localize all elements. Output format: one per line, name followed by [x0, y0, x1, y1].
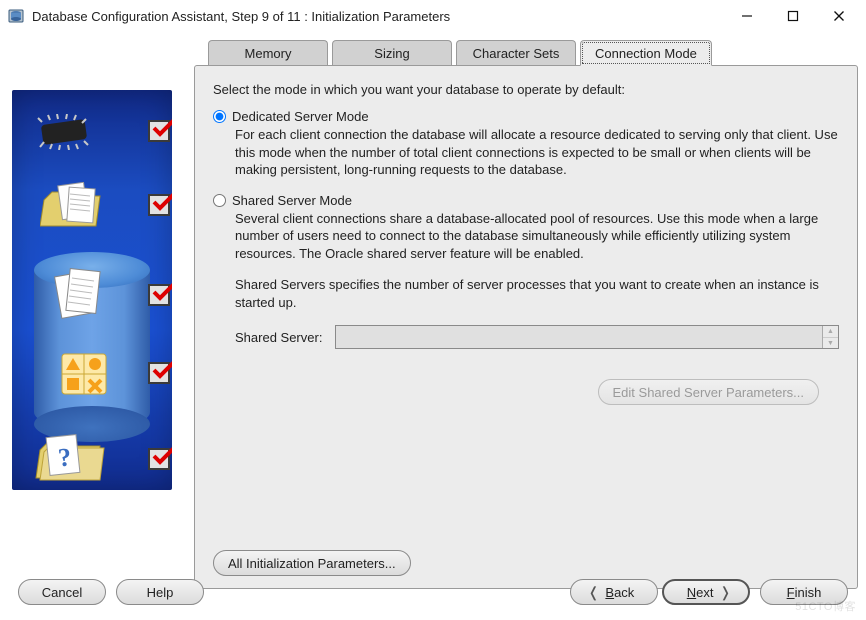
chevron-left-icon: ❬ — [588, 584, 600, 601]
watermark: 51CTO博客 — [795, 598, 856, 614]
wizard-step-icon-5: ? — [34, 430, 106, 486]
chip-icon — [34, 114, 94, 150]
tab-connection-mode[interactable]: Connection Mode — [580, 40, 712, 66]
back-button[interactable]: ❬ Back — [570, 579, 658, 605]
wizard-footer: Cancel Help ❬ Back Next ❭ Finish — [0, 564, 866, 620]
wizard-step-check-2 — [148, 194, 170, 216]
shared-server-label: Shared Server: — [235, 330, 335, 345]
wizard-step-icon-1 — [34, 114, 94, 150]
shared-mode-para: Shared Servers specifies the number of s… — [235, 276, 839, 311]
shared-mode-radio-row[interactable]: Shared Server Mode — [213, 193, 839, 208]
wizard-step-check-4 — [148, 362, 170, 384]
window-controls — [724, 1, 862, 31]
documents-icon — [54, 268, 104, 326]
tab-sizing[interactable]: Sizing — [332, 40, 452, 66]
tab-memory[interactable]: Memory — [208, 40, 328, 66]
intro-text: Select the mode in which you want your d… — [213, 82, 839, 97]
window-title: Database Configuration Assistant, Step 9… — [32, 9, 724, 24]
shared-mode-desc: Several client connections share a datab… — [235, 210, 839, 263]
shapes-icon — [60, 352, 108, 396]
tab-character-sets[interactable]: Character Sets — [456, 40, 576, 66]
wizard-step-check-5 — [148, 448, 170, 470]
shared-server-input — [336, 326, 822, 348]
wizard-sidebar: ? — [12, 90, 180, 564]
wizard-graphic: ? — [12, 90, 172, 490]
cancel-button[interactable]: Cancel — [18, 579, 106, 605]
folder-docs-icon — [40, 182, 106, 236]
minimize-button[interactable] — [724, 1, 770, 31]
maximize-button[interactable] — [770, 1, 816, 31]
app-icon — [8, 8, 24, 24]
spinner-down-icon: ▼ — [823, 338, 838, 349]
wizard-step-icon-3 — [54, 268, 104, 326]
title-bar: Database Configuration Assistant, Step 9… — [0, 0, 866, 32]
dedicated-mode-label: Dedicated Server Mode — [232, 109, 369, 124]
dedicated-mode-radio-row[interactable]: Dedicated Server Mode — [213, 109, 839, 124]
help-button[interactable]: Help — [116, 579, 204, 605]
wizard-step-icon-4 — [60, 352, 108, 396]
spinner-up-icon: ▲ — [823, 326, 838, 338]
edit-shared-server-button: Edit Shared Server Parameters... — [598, 379, 819, 405]
wizard-step-icon-2 — [40, 182, 106, 236]
tab-bar: Memory Sizing Character Sets Connection … — [208, 40, 858, 66]
close-button[interactable] — [816, 1, 862, 31]
wizard-step-check-3 — [148, 284, 170, 306]
connection-mode-panel: Select the mode in which you want your d… — [194, 65, 858, 589]
shared-mode-label: Shared Server Mode — [232, 193, 352, 208]
folder-question-icon: ? — [34, 430, 106, 486]
chevron-right-icon: ❭ — [720, 584, 732, 601]
shared-server-spinner: ▲ ▼ — [335, 325, 839, 349]
next-button[interactable]: Next ❭ — [662, 579, 750, 605]
dedicated-mode-radio[interactable] — [213, 110, 226, 123]
dedicated-mode-desc: For each client connection the database … — [235, 126, 839, 179]
wizard-step-check-1 — [148, 120, 170, 142]
shared-mode-radio[interactable] — [213, 194, 226, 207]
